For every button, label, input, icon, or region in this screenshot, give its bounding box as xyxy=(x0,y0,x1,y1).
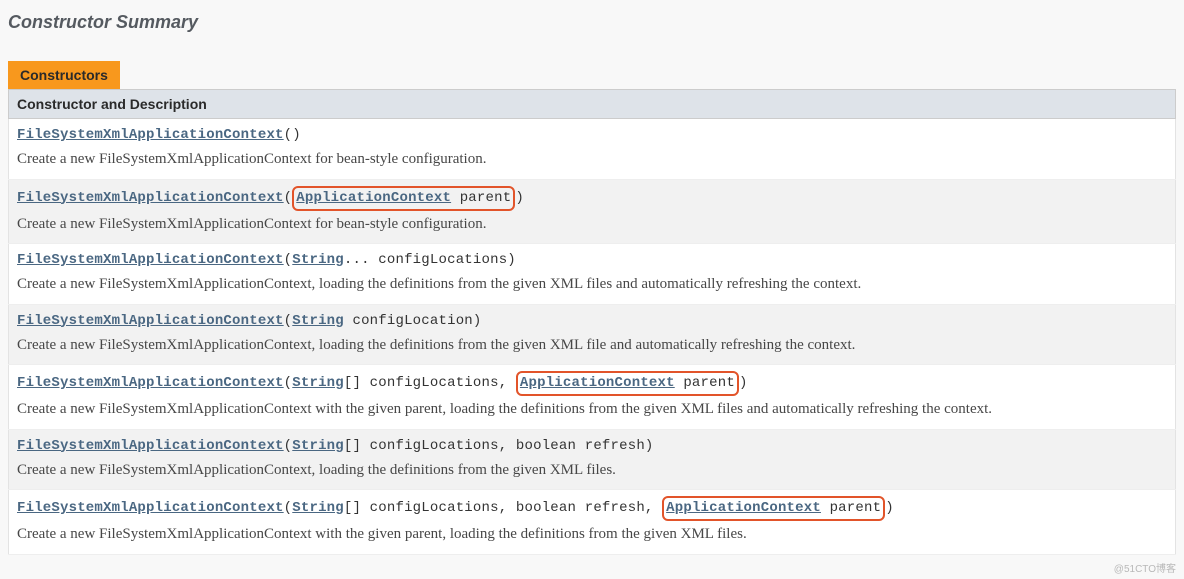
constructor-link[interactable]: FileSystemXmlApplicationContext xyxy=(17,500,284,516)
sig-text: [] configLocations, boolean refresh) xyxy=(344,438,654,454)
type-link[interactable]: String xyxy=(292,252,344,268)
constructor-signature: FileSystemXmlApplicationContext(String[]… xyxy=(17,496,1167,521)
sig-text: ( xyxy=(284,190,293,206)
table-row: FileSystemXmlApplicationContext()Create … xyxy=(9,119,1176,180)
sig-text: ... configLocations) xyxy=(344,252,516,268)
highlight-box: ApplicationContext parent xyxy=(516,371,739,396)
sig-text: ) xyxy=(885,500,894,516)
table-row: FileSystemXmlApplicationContext(String[]… xyxy=(9,365,1176,430)
constructor-link[interactable]: FileSystemXmlApplicationContext xyxy=(17,190,284,206)
type-link[interactable]: ApplicationContext xyxy=(666,500,821,516)
highlight-box: ApplicationContext parent xyxy=(662,496,885,521)
constructor-signature: FileSystemXmlApplicationContext(String[]… xyxy=(17,371,1167,396)
constructor-link[interactable]: FileSystemXmlApplicationContext xyxy=(17,127,284,143)
table-row: FileSystemXmlApplicationContext(String[]… xyxy=(9,490,1176,555)
constructor-description: Create a new FileSystemXmlApplicationCon… xyxy=(17,334,1167,357)
constructor-link[interactable]: FileSystemXmlApplicationContext xyxy=(17,313,284,329)
sig-text: ( xyxy=(284,313,293,329)
type-link[interactable]: String xyxy=(292,375,344,391)
section-title: Constructor Summary xyxy=(8,12,1176,33)
constructor-description: Create a new FileSystemXmlApplicationCon… xyxy=(17,459,1167,482)
table-row: FileSystemXmlApplicationContext(String..… xyxy=(9,244,1176,305)
constructor-link[interactable]: FileSystemXmlApplicationContext xyxy=(17,375,284,391)
constructor-signature: FileSystemXmlApplicationContext() xyxy=(17,125,1167,146)
sig-text: ) xyxy=(515,190,524,206)
constructor-signature: FileSystemXmlApplicationContext(Applicat… xyxy=(17,186,1167,211)
sig-text: configLocation) xyxy=(344,313,482,329)
constructor-signature: FileSystemXmlApplicationContext(String c… xyxy=(17,311,1167,332)
constructor-link[interactable]: FileSystemXmlApplicationContext xyxy=(17,438,284,454)
table-row: FileSystemXmlApplicationContext(String[]… xyxy=(9,429,1176,490)
constructor-description: Create a new FileSystemXmlApplicationCon… xyxy=(17,398,1167,421)
sig-text: () xyxy=(284,127,301,143)
sig-text: ( xyxy=(284,438,293,454)
sig-text: ) xyxy=(739,375,748,391)
sig-text: ( xyxy=(284,252,293,268)
table-row: FileSystemXmlApplicationContext(String c… xyxy=(9,304,1176,365)
sig-text: parent xyxy=(675,375,735,391)
sig-text: ( xyxy=(284,375,293,391)
type-link[interactable]: ApplicationContext xyxy=(520,375,675,391)
type-link[interactable]: String xyxy=(292,438,344,454)
constructor-description: Create a new FileSystemXmlApplicationCon… xyxy=(17,273,1167,296)
sig-text: ( xyxy=(284,500,293,516)
watermark: @51CTO博客 xyxy=(1114,560,1176,575)
constructor-description: Create a new FileSystemXmlApplicationCon… xyxy=(17,148,1167,171)
constructor-signature: FileSystemXmlApplicationContext(String[]… xyxy=(17,436,1167,457)
sig-text: parent xyxy=(821,500,881,516)
sig-text: [] configLocations, boolean refresh, xyxy=(344,500,662,516)
constructor-table: Constructor and Description FileSystemXm… xyxy=(8,89,1176,555)
type-link[interactable]: String xyxy=(292,500,344,516)
type-link[interactable]: String xyxy=(292,313,344,329)
table-row: FileSystemXmlApplicationContext(Applicat… xyxy=(9,179,1176,244)
sig-text: [] configLocations, xyxy=(344,375,516,391)
constructor-description: Create a new FileSystemXmlApplicationCon… xyxy=(17,213,1167,236)
sig-text: parent xyxy=(451,190,511,206)
type-link[interactable]: ApplicationContext xyxy=(296,190,451,206)
constructor-link[interactable]: FileSystemXmlApplicationContext xyxy=(17,252,284,268)
highlight-box: ApplicationContext parent xyxy=(292,186,515,211)
table-header: Constructor and Description xyxy=(9,90,1176,119)
constructors-tab[interactable]: Constructors xyxy=(8,61,120,89)
constructor-signature: FileSystemXmlApplicationContext(String..… xyxy=(17,250,1167,271)
constructor-description: Create a new FileSystemXmlApplicationCon… xyxy=(17,523,1167,546)
